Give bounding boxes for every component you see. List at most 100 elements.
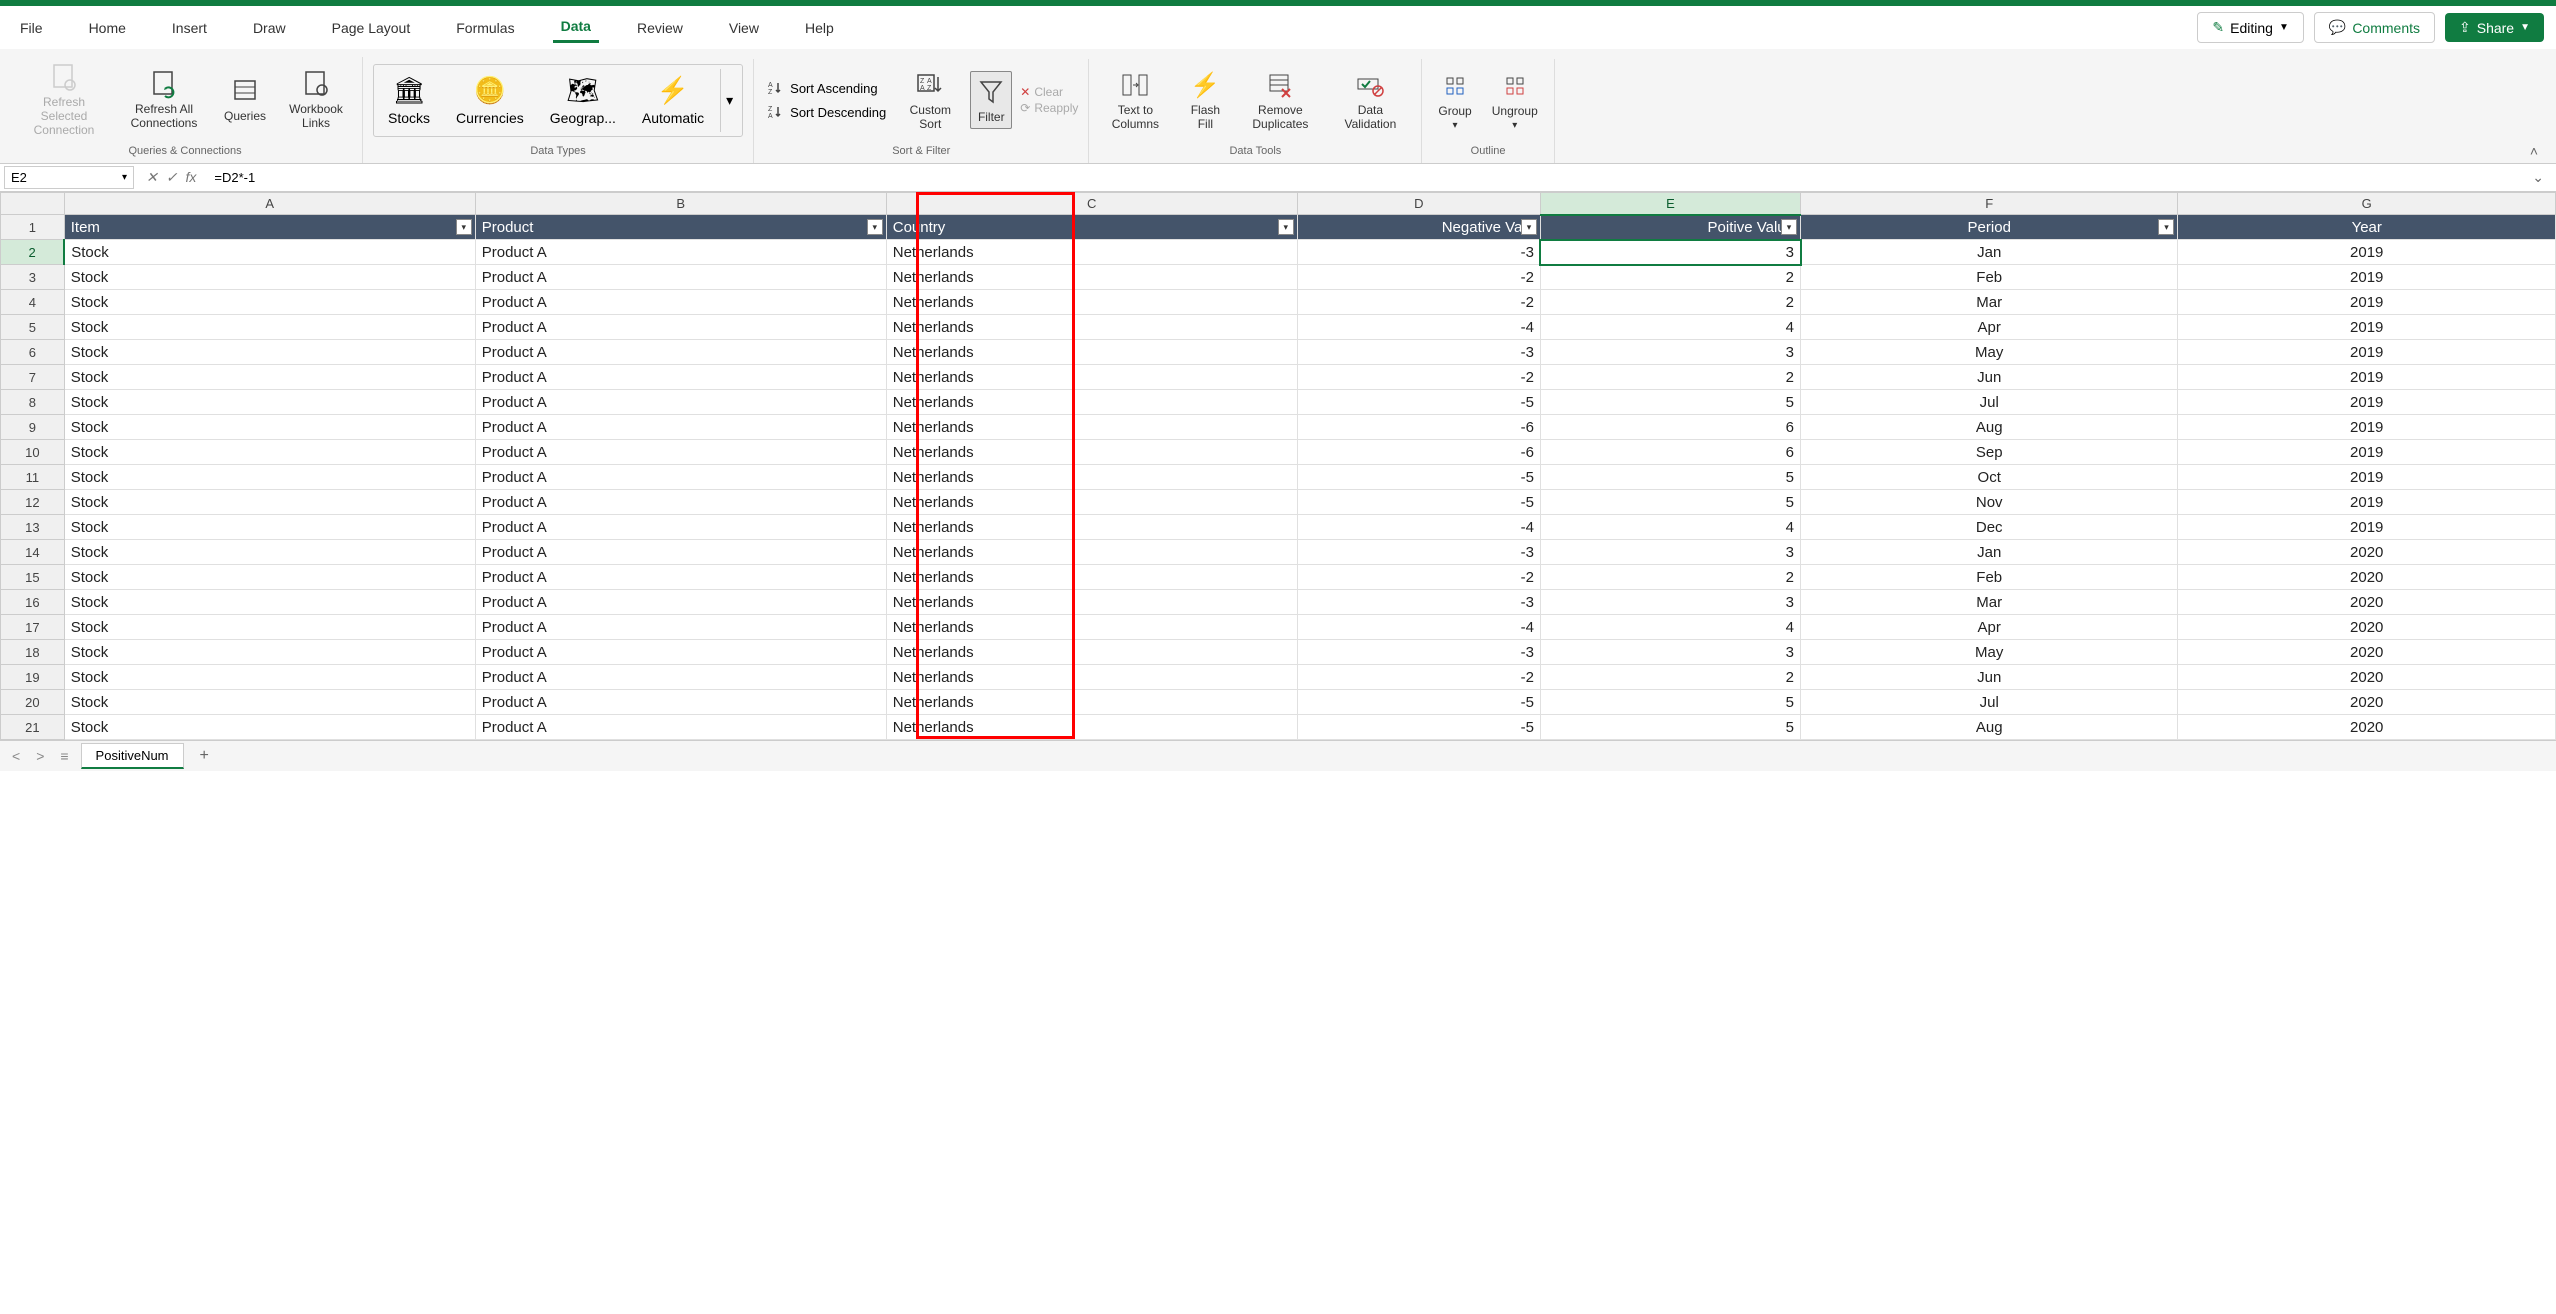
cell-C9[interactable]: Netherlands (886, 415, 1297, 440)
cell-G14[interactable]: 2020 (2178, 540, 2556, 565)
cell-B15[interactable]: Product A (475, 565, 886, 590)
menu-review[interactable]: Review (629, 14, 691, 42)
menu-data[interactable]: Data (553, 12, 599, 43)
cell-E20[interactable]: 5 (1540, 690, 1800, 715)
datatypes-more-button[interactable]: ▾ (720, 69, 738, 132)
row-header-7[interactable]: 7 (1, 365, 65, 390)
filter-dropdown-icon[interactable]: ▾ (2158, 219, 2174, 235)
row-header-18[interactable]: 18 (1, 640, 65, 665)
cell-D6[interactable]: -3 (1297, 340, 1540, 365)
name-box[interactable]: E2 ▾ (4, 166, 134, 189)
sheet-nav-prev[interactable]: < (8, 746, 24, 766)
cell-G2[interactable]: 2019 (2178, 240, 2556, 265)
cell-G18[interactable]: 2020 (2178, 640, 2556, 665)
row-header-12[interactable]: 12 (1, 490, 65, 515)
cell-A13[interactable]: Stock (64, 515, 475, 540)
cell-B4[interactable]: Product A (475, 290, 886, 315)
cell-F5[interactable]: Apr (1801, 315, 2178, 340)
cell-B17[interactable]: Product A (475, 615, 886, 640)
ungroup-button[interactable]: Ungroup ▾ (1486, 66, 1544, 135)
row-header-3[interactable]: 3 (1, 265, 65, 290)
cell-B6[interactable]: Product A (475, 340, 886, 365)
row-header-21[interactable]: 21 (1, 715, 65, 740)
row-header-16[interactable]: 16 (1, 590, 65, 615)
filter-dropdown-icon[interactable]: ▾ (1781, 219, 1797, 235)
cell-D16[interactable]: -3 (1297, 590, 1540, 615)
cell-B2[interactable]: Product A (475, 240, 886, 265)
share-button[interactable]: ⇪ Share ▼ (2445, 13, 2544, 42)
cell-F11[interactable]: Oct (1801, 465, 2178, 490)
row-header-13[interactable]: 13 (1, 515, 65, 540)
geography-datatype[interactable]: 🗺 Geograp... (540, 69, 626, 132)
cell-D13[interactable]: -4 (1297, 515, 1540, 540)
cell-E13[interactable]: 4 (1540, 515, 1800, 540)
cell-C10[interactable]: Netherlands (886, 440, 1297, 465)
cell-F19[interactable]: Jun (1801, 665, 2178, 690)
cell-A18[interactable]: Stock (64, 640, 475, 665)
cell-D14[interactable]: -3 (1297, 540, 1540, 565)
cell-G11[interactable]: 2019 (2178, 465, 2556, 490)
cell-G3[interactable]: 2019 (2178, 265, 2556, 290)
cell-B16[interactable]: Product A (475, 590, 886, 615)
cell-B12[interactable]: Product A (475, 490, 886, 515)
cell-F10[interactable]: Sep (1801, 440, 2178, 465)
table-header-cell[interactable]: Period▾ (1801, 215, 2178, 240)
expand-formula-bar-button[interactable]: ⌄ (2524, 169, 2552, 186)
cell-F21[interactable]: Aug (1801, 715, 2178, 740)
row-header-4[interactable]: 4 (1, 290, 65, 315)
cell-C4[interactable]: Netherlands (886, 290, 1297, 315)
cell-G10[interactable]: 2019 (2178, 440, 2556, 465)
cell-A8[interactable]: Stock (64, 390, 475, 415)
row-header-17[interactable]: 17 (1, 615, 65, 640)
filter-dropdown-icon[interactable]: ▾ (867, 219, 883, 235)
sort-ascending-button[interactable]: AZ Sort Ascending (764, 78, 890, 98)
cell-E8[interactable]: 5 (1540, 390, 1800, 415)
group-button[interactable]: Group ▾ (1432, 66, 1477, 135)
cell-A9[interactable]: Stock (64, 415, 475, 440)
remove-duplicates-button[interactable]: Remove Duplicates (1239, 65, 1321, 135)
cell-G12[interactable]: 2019 (2178, 490, 2556, 515)
row-header-15[interactable]: 15 (1, 565, 65, 590)
cell-B9[interactable]: Product A (475, 415, 886, 440)
cell-C17[interactable]: Netherlands (886, 615, 1297, 640)
cell-G9[interactable]: 2019 (2178, 415, 2556, 440)
menu-page-layout[interactable]: Page Layout (324, 14, 419, 42)
formula-input[interactable] (208, 167, 2524, 188)
cell-F20[interactable]: Jul (1801, 690, 2178, 715)
cell-F7[interactable]: Jun (1801, 365, 2178, 390)
row-header-6[interactable]: 6 (1, 340, 65, 365)
cell-A20[interactable]: Stock (64, 690, 475, 715)
cell-A17[interactable]: Stock (64, 615, 475, 640)
cell-A7[interactable]: Stock (64, 365, 475, 390)
comments-button[interactable]: 💬 Comments (2314, 12, 2435, 43)
sheet-tab-active[interactable]: PositiveNum (81, 743, 184, 769)
cell-B10[interactable]: Product A (475, 440, 886, 465)
cell-F6[interactable]: May (1801, 340, 2178, 365)
cell-D20[interactable]: -5 (1297, 690, 1540, 715)
editing-mode-button[interactable]: ✎ Editing ▼ (2197, 12, 2303, 43)
cell-A5[interactable]: Stock (64, 315, 475, 340)
cell-D10[interactable]: -6 (1297, 440, 1540, 465)
custom-sort-button[interactable]: ZAAZ Custom Sort (898, 65, 962, 135)
cell-C2[interactable]: Netherlands (886, 240, 1297, 265)
cell-E21[interactable]: 5 (1540, 715, 1800, 740)
cell-G13[interactable]: 2019 (2178, 515, 2556, 540)
cell-F9[interactable]: Aug (1801, 415, 2178, 440)
cell-A6[interactable]: Stock (64, 340, 475, 365)
menu-help[interactable]: Help (797, 14, 842, 42)
row-header-20[interactable]: 20 (1, 690, 65, 715)
cell-D19[interactable]: -2 (1297, 665, 1540, 690)
cell-E7[interactable]: 2 (1540, 365, 1800, 390)
cell-G17[interactable]: 2020 (2178, 615, 2556, 640)
cell-C6[interactable]: Netherlands (886, 340, 1297, 365)
cell-E9[interactable]: 6 (1540, 415, 1800, 440)
cell-D12[interactable]: -5 (1297, 490, 1540, 515)
cell-G19[interactable]: 2020 (2178, 665, 2556, 690)
cell-D5[interactable]: -4 (1297, 315, 1540, 340)
cell-C11[interactable]: Netherlands (886, 465, 1297, 490)
cell-F18[interactable]: May (1801, 640, 2178, 665)
cell-C19[interactable]: Netherlands (886, 665, 1297, 690)
collapse-ribbon-button[interactable]: ˄ (2520, 139, 2548, 163)
cell-C8[interactable]: Netherlands (886, 390, 1297, 415)
cell-G4[interactable]: 2019 (2178, 290, 2556, 315)
